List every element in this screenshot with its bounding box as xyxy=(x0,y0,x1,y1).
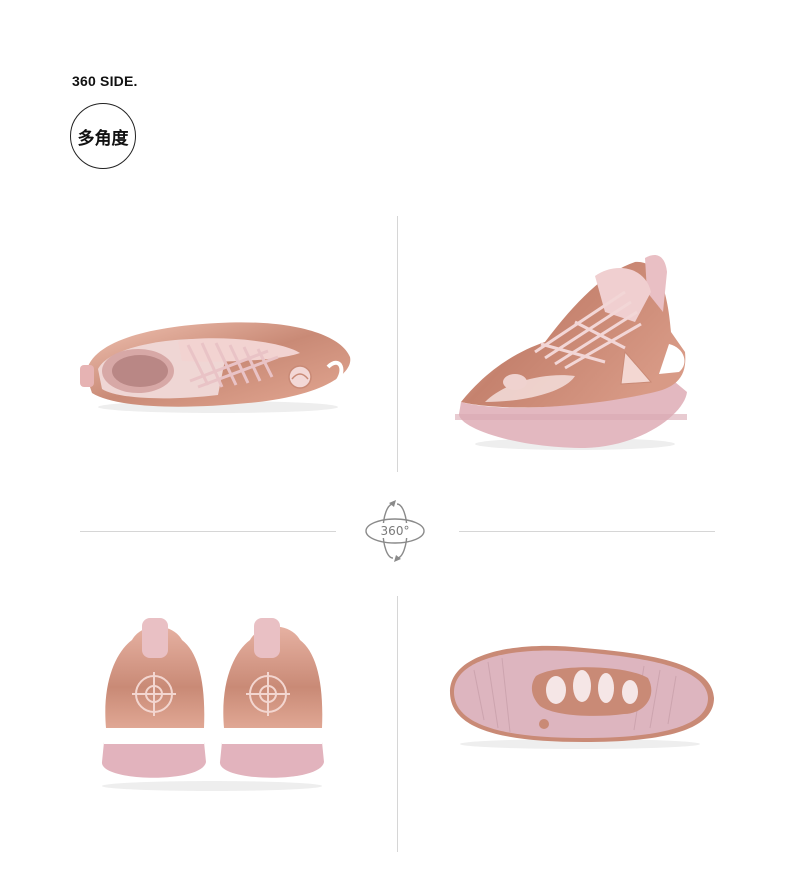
vertical-divider-top xyxy=(397,216,398,472)
shoe-three-quarter-view xyxy=(455,254,687,450)
multi-angle-badge: 多角度 xyxy=(70,103,136,169)
section-heading: 360 SIDE. xyxy=(72,73,138,89)
horizontal-divider-left xyxy=(80,531,336,532)
shoe-back-view xyxy=(101,618,324,791)
shoe-sole-view xyxy=(450,645,714,749)
badge-label: 多角度 xyxy=(77,128,129,149)
rotate-360-icon: 360° xyxy=(365,500,425,562)
vertical-divider-bottom xyxy=(397,596,398,852)
horizontal-divider-right xyxy=(459,531,715,532)
rotate-360-label: 360° xyxy=(381,524,410,538)
shoe-top-view xyxy=(80,322,351,413)
